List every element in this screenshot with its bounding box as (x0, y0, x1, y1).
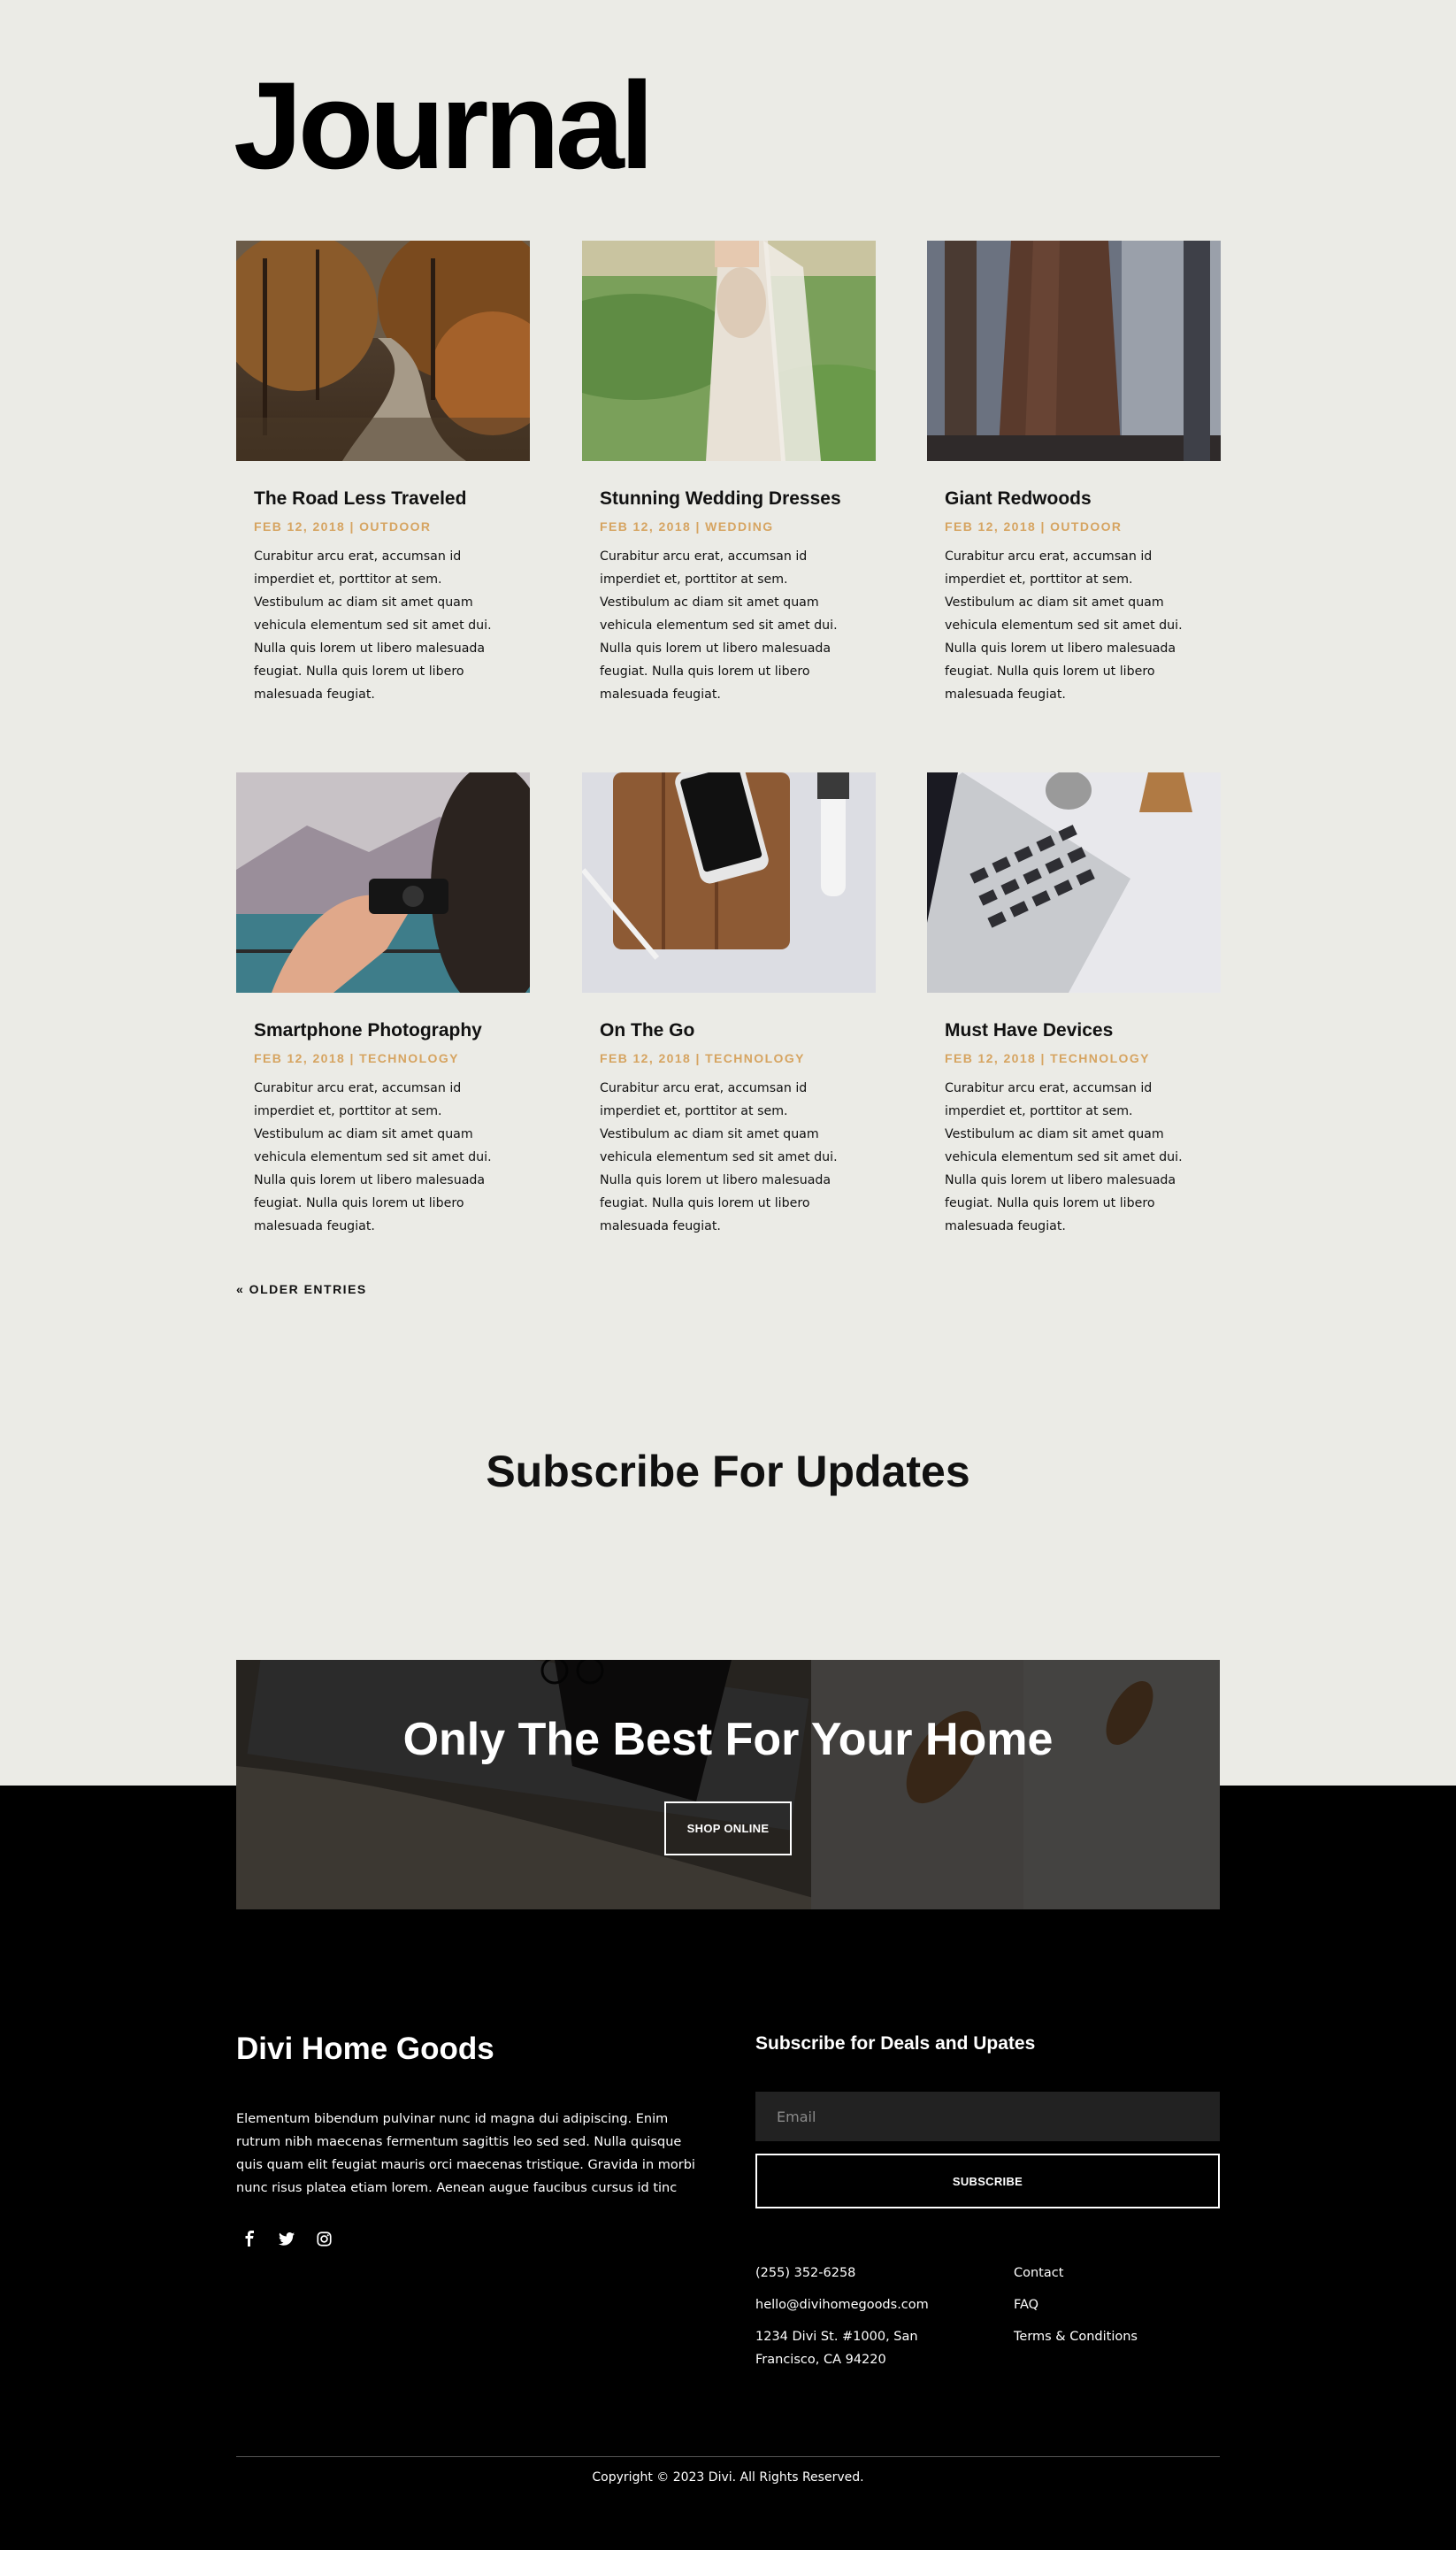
post-meta[interactable]: FEB 12, 2018 | TECHNOLOGY (600, 1051, 858, 1066)
blog-post: Smartphone Photography FEB 12, 2018 | TE… (236, 772, 530, 1238)
post-title[interactable]: Must Have Devices (945, 1019, 1203, 1041)
subscribe-heading: Subscribe For Updates (486, 1447, 970, 1496)
post-title[interactable]: Smartphone Photography (254, 1019, 512, 1041)
post-excerpt: Curabitur arcu erat, accumsan id imperdi… (254, 549, 492, 702)
promo-banner: Only The Best For Your Home SHOP ONLINE (236, 1660, 1220, 1909)
post-excerpt: Curabitur arcu erat, accumsan id imperdi… (600, 549, 838, 702)
page-title: Journal (234, 56, 655, 195)
post-thumbnail[interactable] (927, 772, 1221, 993)
post-excerpt: Curabitur arcu erat, accumsan id imperdi… (254, 1080, 492, 1233)
post-title[interactable]: On The Go (600, 1019, 858, 1041)
banner-title: Only The Best For Your Home (402, 1714, 1054, 1765)
footer-link-terms[interactable]: Terms & Conditions (1014, 2325, 1138, 2348)
footer-about: Elementum bibendum pulvinar nunc id magn… (236, 2112, 695, 2195)
older-entries-link[interactable]: « OLDER ENTRIES (236, 1282, 367, 1296)
twitter-icon[interactable] (278, 2230, 295, 2247)
copyright: Copyright © 2023 Divi. All Rights Reserv… (592, 2470, 864, 2485)
subscribe-button[interactable]: SUBSCRIBE (755, 2154, 1220, 2208)
social-links (241, 2230, 333, 2247)
post-meta[interactable]: FEB 12, 2018 | TECHNOLOGY (254, 1051, 512, 1066)
contact-address: 1234 Divi St. #1000, San Francisco, CA 9… (755, 2330, 918, 2367)
footer-divider (236, 2456, 1220, 2457)
shop-online-button[interactable]: SHOP ONLINE (664, 1801, 792, 1855)
footer-link-faq[interactable]: FAQ (1014, 2293, 1038, 2316)
post-thumbnail[interactable] (582, 772, 876, 993)
post-thumbnail[interactable] (236, 241, 530, 461)
footer-link-contact[interactable]: Contact (1014, 2262, 1063, 2285)
footer-brand: Divi Home Goods (236, 2032, 494, 2066)
post-excerpt: Curabitur arcu erat, accumsan id imperdi… (600, 1080, 838, 1233)
blog-post: The Road Less Traveled FEB 12, 2018 | OU… (236, 241, 530, 706)
post-thumbnail[interactable] (927, 241, 1221, 461)
post-thumbnail[interactable] (582, 241, 876, 461)
post-thumbnail[interactable] (236, 772, 530, 993)
blog-post: Stunning Wedding Dresses FEB 12, 2018 | … (582, 241, 876, 706)
facebook-icon[interactable] (241, 2230, 258, 2247)
instagram-icon[interactable] (315, 2230, 333, 2247)
post-excerpt: Curabitur arcu erat, accumsan id imperdi… (945, 1080, 1183, 1233)
deals-heading: Subscribe for Deals and Upates (755, 2033, 1036, 2054)
post-meta[interactable]: FEB 12, 2018 | OUTDOOR (254, 519, 512, 534)
banner-background (236, 1660, 1220, 1909)
contact-phone[interactable]: (255) 352-6258 (755, 2262, 855, 2285)
post-excerpt: Curabitur arcu erat, accumsan id imperdi… (945, 549, 1183, 702)
blog-post: On The Go FEB 12, 2018 | TECHNOLOGY Cura… (582, 772, 876, 1238)
blog-post: Giant Redwoods FEB 12, 2018 | OUTDOOR Cu… (927, 241, 1221, 706)
post-title[interactable]: The Road Less Traveled (254, 488, 512, 510)
post-title[interactable]: Stunning Wedding Dresses (600, 488, 858, 510)
blog-post: Must Have Devices FEB 12, 2018 | TECHNOL… (927, 772, 1221, 1238)
post-title[interactable]: Giant Redwoods (945, 488, 1203, 510)
contact-email[interactable]: hello@divihomegoods.com (755, 2293, 929, 2316)
email-field[interactable] (755, 2092, 1220, 2141)
post-meta[interactable]: FEB 12, 2018 | TECHNOLOGY (945, 1051, 1203, 1066)
post-meta[interactable]: FEB 12, 2018 | WEDDING (600, 519, 858, 534)
post-meta[interactable]: FEB 12, 2018 | OUTDOOR (945, 519, 1203, 534)
